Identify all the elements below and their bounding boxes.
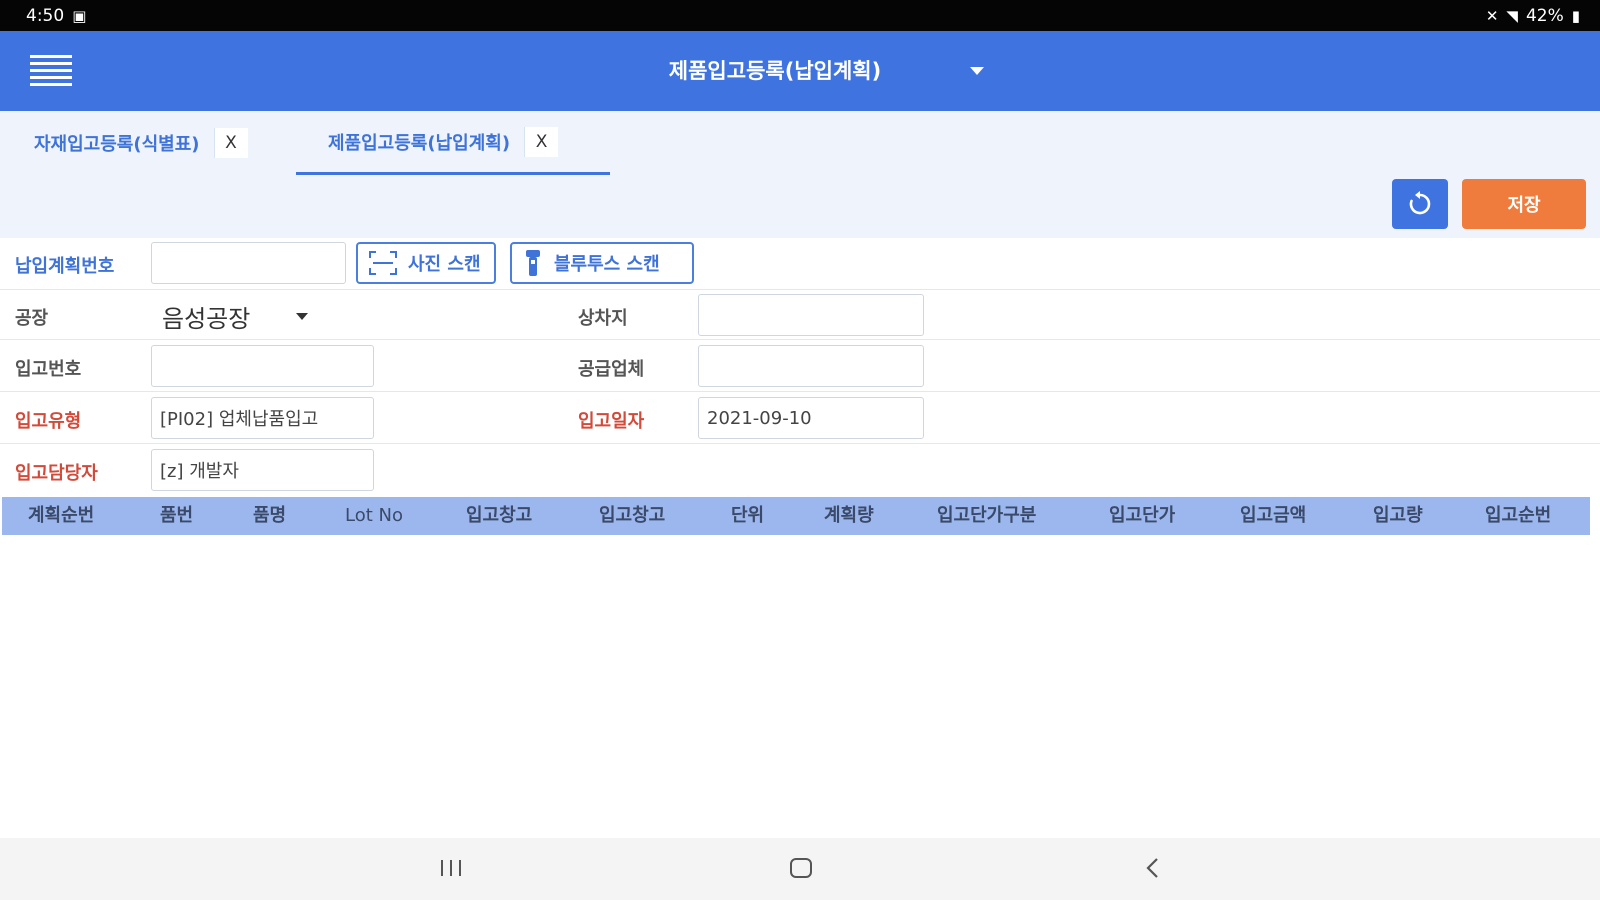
grid-header: 계획순번 품번 품명 Lot No 입고창고 입고창고 단위 계획량 입고단가구… <box>2 497 1590 535</box>
back-icon[interactable] <box>1140 854 1166 882</box>
delivery-plan-no-input[interactable] <box>151 242 346 284</box>
scan-icon <box>369 251 397 275</box>
grid-col-warehouse[interactable]: 입고창고 <box>466 497 532 535</box>
receipt-no-label: 입고번호 <box>15 359 82 380</box>
supplier-input[interactable] <box>698 345 924 387</box>
grid-col-warehouse-2[interactable]: 입고창고 <box>599 497 665 535</box>
receipt-type-label: 입고유형 <box>15 411 82 432</box>
factory-value: 음성공장 <box>162 305 251 333</box>
status-bar: 4:50 ▣ ✕ ◥ 42% ▮ <box>0 0 1600 31</box>
chevron-down-icon <box>296 313 309 320</box>
grid-col-item-name[interactable]: 품명 <box>253 497 286 535</box>
form-row-receipt-type: 입고유형 입고일자 <box>0 392 1600 444</box>
status-time: 4:50 <box>26 5 65 26</box>
form-row-manager: 입고담당자 <box>0 444 1600 497</box>
grid-col-plan-qty[interactable]: 계획량 <box>824 497 874 535</box>
receipt-manager-input[interactable] <box>151 449 374 491</box>
bluetooth-scan-label: 블루투스 스캔 <box>554 254 660 275</box>
photo-scan-label: 사진 스캔 <box>408 254 481 275</box>
app-bar: 제품입고등록(납입계획) <box>0 31 1600 111</box>
loading-place-input[interactable] <box>698 294 924 336</box>
tab-label: 제품입고등록(납입계획) <box>328 132 511 154</box>
receipt-date-input[interactable] <box>698 397 924 439</box>
system-nav-bar <box>0 838 1600 900</box>
grid-col-plan-seq[interactable]: 계획순번 <box>28 497 94 535</box>
tab-close-button[interactable]: X <box>524 126 559 157</box>
grid-col-amount[interactable]: 입고금액 <box>1240 497 1306 535</box>
grid-col-item-no[interactable]: 품번 <box>160 497 193 535</box>
grid-body[interactable] <box>2 535 1590 838</box>
refresh-button[interactable] <box>1392 179 1448 229</box>
refresh-icon <box>1409 191 1431 215</box>
grid-col-lot-no[interactable]: Lot No <box>345 497 403 535</box>
battery-icon: ▮ <box>1571 6 1580 25</box>
bluetooth-scan-button[interactable]: 블루투스 스캔 <box>510 242 694 284</box>
photo-scan-button[interactable]: 사진 스캔 <box>356 242 496 284</box>
wifi-icon: ◥ <box>1506 6 1518 25</box>
receipt-date-label: 입고일자 <box>578 411 645 432</box>
grid-col-receipt-seq[interactable]: 입고순번 <box>1485 497 1551 535</box>
battery-percent: 42% <box>1525 5 1564 26</box>
title-dropdown-caret-icon[interactable] <box>970 67 984 75</box>
save-button[interactable]: 저장 <box>1462 179 1586 229</box>
factory-label: 공장 <box>15 308 49 329</box>
tab-product-receipt[interactable]: 제품입고등록(납입계획) X <box>296 111 610 175</box>
grid-col-unit-price[interactable]: 입고단가 <box>1109 497 1175 535</box>
delivery-plan-no-label: 납입계획번호 <box>15 256 115 277</box>
receipt-manager-label: 입고담당자 <box>15 463 98 484</box>
tab-close-button[interactable]: X <box>213 128 248 158</box>
receipt-no-input[interactable] <box>151 345 374 387</box>
home-icon[interactable] <box>788 854 814 882</box>
tab-material-receipt[interactable]: 자재입고등록(식별표) X <box>34 111 248 175</box>
mute-icon: ✕ <box>1485 6 1499 25</box>
grid-col-receipt-qty[interactable]: 입고량 <box>1373 497 1423 535</box>
factory-select[interactable]: 음성공장 <box>162 299 309 334</box>
form-row-receipt-no: 입고번호 공급업체 <box>0 340 1600 392</box>
recent-apps-icon[interactable] <box>438 854 464 882</box>
grid-col-unit[interactable]: 단위 <box>731 497 764 535</box>
gallery-icon: ▣ <box>72 6 87 25</box>
loading-place-label: 상차지 <box>578 308 628 329</box>
toolbar: 저장 <box>0 175 1600 238</box>
tab-bar: 자재입고등록(식별표) X 제품입고등록(납입계획) X <box>0 111 1600 175</box>
grid-col-price-type[interactable]: 입고단가구분 <box>937 497 1036 535</box>
form-row-plan: 납입계획번호 사진 스캔 블루투스 스캔 <box>0 238 1600 290</box>
barcode-scanner-icon <box>526 250 540 276</box>
page-title: 제품입고등록(납입계획) <box>668 59 882 83</box>
tab-label: 자재입고등록(식별표) <box>34 134 200 155</box>
receipt-type-input[interactable] <box>151 397 374 439</box>
form-row-factory: 공장 음성공장 상차지 <box>0 290 1600 340</box>
supplier-label: 공급업체 <box>578 359 645 380</box>
